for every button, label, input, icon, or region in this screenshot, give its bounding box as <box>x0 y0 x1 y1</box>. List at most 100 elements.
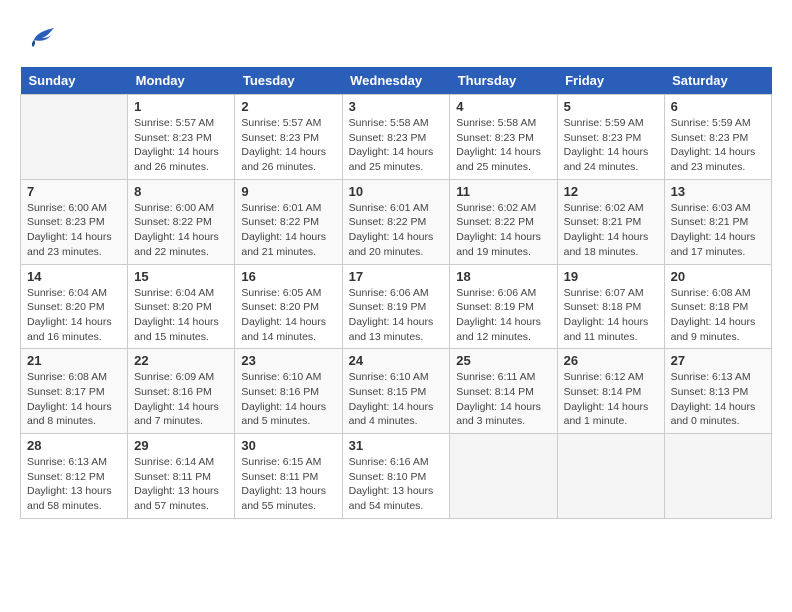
calendar-week-4: 21 Sunrise: 6:08 AM Sunset: 8:17 PM Dayli… <box>21 349 772 434</box>
day-number: 26 <box>564 353 658 368</box>
day-number: 13 <box>671 184 765 199</box>
calendar-cell: 13 Sunrise: 6:03 AM Sunset: 8:21 PM Dayli… <box>664 179 771 264</box>
day-number: 22 <box>134 353 228 368</box>
calendar-cell: 31 Sunrise: 6:16 AM Sunset: 8:10 PM Dayli… <box>342 434 450 519</box>
day-number: 10 <box>349 184 444 199</box>
calendar-week-5: 28 Sunrise: 6:13 AM Sunset: 8:12 PM Dayli… <box>21 434 772 519</box>
day-info: Sunrise: 6:01 AM Sunset: 8:22 PM Dayligh… <box>349 201 444 260</box>
day-number: 7 <box>27 184 121 199</box>
day-info: Sunrise: 6:13 AM Sunset: 8:12 PM Dayligh… <box>27 455 121 514</box>
calendar-cell: 3 Sunrise: 5:58 AM Sunset: 8:23 PM Daylig… <box>342 95 450 180</box>
day-info: Sunrise: 6:05 AM Sunset: 8:20 PM Dayligh… <box>241 286 335 345</box>
day-info: Sunrise: 6:10 AM Sunset: 8:15 PM Dayligh… <box>349 370 444 429</box>
calendar-cell <box>664 434 771 519</box>
day-number: 15 <box>134 269 228 284</box>
calendar-cell <box>557 434 664 519</box>
logo <box>20 20 58 57</box>
day-info: Sunrise: 6:13 AM Sunset: 8:13 PM Dayligh… <box>671 370 765 429</box>
day-info: Sunrise: 6:00 AM Sunset: 8:23 PM Dayligh… <box>27 201 121 260</box>
calendar-week-1: 1 Sunrise: 5:57 AM Sunset: 8:23 PM Daylig… <box>21 95 772 180</box>
calendar-cell: 22 Sunrise: 6:09 AM Sunset: 8:16 PM Dayli… <box>128 349 235 434</box>
day-info: Sunrise: 6:12 AM Sunset: 8:14 PM Dayligh… <box>564 370 658 429</box>
header-wednesday: Wednesday <box>342 67 450 95</box>
day-info: Sunrise: 5:58 AM Sunset: 8:23 PM Dayligh… <box>456 116 550 175</box>
day-info: Sunrise: 6:03 AM Sunset: 8:21 PM Dayligh… <box>671 201 765 260</box>
calendar-cell: 17 Sunrise: 6:06 AM Sunset: 8:19 PM Dayli… <box>342 264 450 349</box>
day-number: 17 <box>349 269 444 284</box>
day-number: 3 <box>349 99 444 114</box>
calendar-cell: 11 Sunrise: 6:02 AM Sunset: 8:22 PM Dayli… <box>450 179 557 264</box>
calendar-cell: 23Sunrise: 6:10 AM Sunset: 8:16 PM Dayli… <box>235 349 342 434</box>
day-info: Sunrise: 6:08 AM Sunset: 8:17 PM Dayligh… <box>27 370 121 429</box>
day-info: Sunrise: 6:02 AM Sunset: 8:22 PM Dayligh… <box>456 201 550 260</box>
calendar-week-2: 7 Sunrise: 6:00 AM Sunset: 8:23 PM Daylig… <box>21 179 772 264</box>
day-number: 21 <box>27 353 121 368</box>
calendar-cell: 10 Sunrise: 6:01 AM Sunset: 8:22 PM Dayli… <box>342 179 450 264</box>
day-info: Sunrise: 6:14 AM Sunset: 8:11 PM Dayligh… <box>134 455 228 514</box>
calendar-cell: 4 Sunrise: 5:58 AM Sunset: 8:23 PM Daylig… <box>450 95 557 180</box>
day-number: 14 <box>27 269 121 284</box>
day-number: 28 <box>27 438 121 453</box>
day-number: 29 <box>134 438 228 453</box>
calendar-cell: 14 Sunrise: 6:04 AM Sunset: 8:20 PM Dayli… <box>21 264 128 349</box>
calendar-cell: 18 Sunrise: 6:06 AM Sunset: 8:19 PM Dayli… <box>450 264 557 349</box>
day-number: 2 <box>241 99 335 114</box>
day-info: Sunrise: 6:06 AM Sunset: 8:19 PM Dayligh… <box>349 286 444 345</box>
day-info: Sunrise: 6:09 AM Sunset: 8:16 PM Dayligh… <box>134 370 228 429</box>
calendar-cell: 27 Sunrise: 6:13 AM Sunset: 8:13 PM Dayli… <box>664 349 771 434</box>
day-info: Sunrise: 5:58 AM Sunset: 8:23 PM Dayligh… <box>349 116 444 175</box>
header-monday: Monday <box>128 67 235 95</box>
day-number: 4 <box>456 99 550 114</box>
day-info: Sunrise: 6:08 AM Sunset: 8:18 PM Dayligh… <box>671 286 765 345</box>
day-number: 31 <box>349 438 444 453</box>
calendar-cell: 30Sunrise: 6:15 AM Sunset: 8:11 PM Dayli… <box>235 434 342 519</box>
day-number: 1 <box>134 99 228 114</box>
calendar-cell: 6 Sunrise: 5:59 AM Sunset: 8:23 PM Daylig… <box>664 95 771 180</box>
day-number: 8 <box>134 184 228 199</box>
header-thursday: Thursday <box>450 67 557 95</box>
calendar-cell: 8 Sunrise: 6:00 AM Sunset: 8:22 PM Daylig… <box>128 179 235 264</box>
day-number: 27 <box>671 353 765 368</box>
day-info: Sunrise: 5:59 AM Sunset: 8:23 PM Dayligh… <box>671 116 765 175</box>
day-info: Sunrise: 5:57 AM Sunset: 8:23 PM Dayligh… <box>241 116 335 175</box>
day-info: Sunrise: 6:06 AM Sunset: 8:19 PM Dayligh… <box>456 286 550 345</box>
calendar-cell: 5 Sunrise: 5:59 AM Sunset: 8:23 PM Daylig… <box>557 95 664 180</box>
calendar-cell: 2 Sunrise: 5:57 AM Sunset: 8:23 PM Daylig… <box>235 95 342 180</box>
logo-bird-icon <box>26 20 58 57</box>
calendar-cell: 9Sunrise: 6:01 AM Sunset: 8:22 PM Daylig… <box>235 179 342 264</box>
calendar-cell: 7 Sunrise: 6:00 AM Sunset: 8:23 PM Daylig… <box>21 179 128 264</box>
day-number: 5 <box>564 99 658 114</box>
calendar-cell: 25Sunrise: 6:11 AM Sunset: 8:14 PM Dayli… <box>450 349 557 434</box>
page-header <box>20 20 772 57</box>
day-info: Sunrise: 5:59 AM Sunset: 8:23 PM Dayligh… <box>564 116 658 175</box>
calendar-cell: 20Sunrise: 6:08 AM Sunset: 8:18 PM Dayli… <box>664 264 771 349</box>
day-info: Sunrise: 6:04 AM Sunset: 8:20 PM Dayligh… <box>27 286 121 345</box>
day-info: Sunrise: 6:00 AM Sunset: 8:22 PM Dayligh… <box>134 201 228 260</box>
header-tuesday: Tuesday <box>235 67 342 95</box>
day-number: 24 <box>349 353 444 368</box>
header-sunday: Sunday <box>21 67 128 95</box>
calendar-cell <box>21 95 128 180</box>
day-info: Sunrise: 6:16 AM Sunset: 8:10 PM Dayligh… <box>349 455 444 514</box>
day-number: 18 <box>456 269 550 284</box>
day-info: Sunrise: 6:10 AM Sunset: 8:16 PM Dayligh… <box>241 370 335 429</box>
day-info: Sunrise: 6:02 AM Sunset: 8:21 PM Dayligh… <box>564 201 658 260</box>
calendar-cell: 12Sunrise: 6:02 AM Sunset: 8:21 PM Dayli… <box>557 179 664 264</box>
header-friday: Friday <box>557 67 664 95</box>
day-number: 16 <box>241 269 335 284</box>
day-info: Sunrise: 6:04 AM Sunset: 8:20 PM Dayligh… <box>134 286 228 345</box>
day-number: 6 <box>671 99 765 114</box>
calendar-cell: 19Sunrise: 6:07 AM Sunset: 8:18 PM Dayli… <box>557 264 664 349</box>
calendar-cell: 26 Sunrise: 6:12 AM Sunset: 8:14 PM Dayli… <box>557 349 664 434</box>
day-number: 25 <box>456 353 550 368</box>
calendar-cell: 29 Sunrise: 6:14 AM Sunset: 8:11 PM Dayli… <box>128 434 235 519</box>
header-saturday: Saturday <box>664 67 771 95</box>
day-number: 11 <box>456 184 550 199</box>
calendar-week-3: 14 Sunrise: 6:04 AM Sunset: 8:20 PM Dayli… <box>21 264 772 349</box>
calendar-cell: 21 Sunrise: 6:08 AM Sunset: 8:17 PM Dayli… <box>21 349 128 434</box>
calendar-cell: 1Sunrise: 5:57 AM Sunset: 8:23 PM Daylig… <box>128 95 235 180</box>
calendar-cell: 24 Sunrise: 6:10 AM Sunset: 8:15 PM Dayli… <box>342 349 450 434</box>
calendar-cell: 15 Sunrise: 6:04 AM Sunset: 8:20 PM Dayli… <box>128 264 235 349</box>
day-number: 30 <box>241 438 335 453</box>
calendar-cell <box>450 434 557 519</box>
